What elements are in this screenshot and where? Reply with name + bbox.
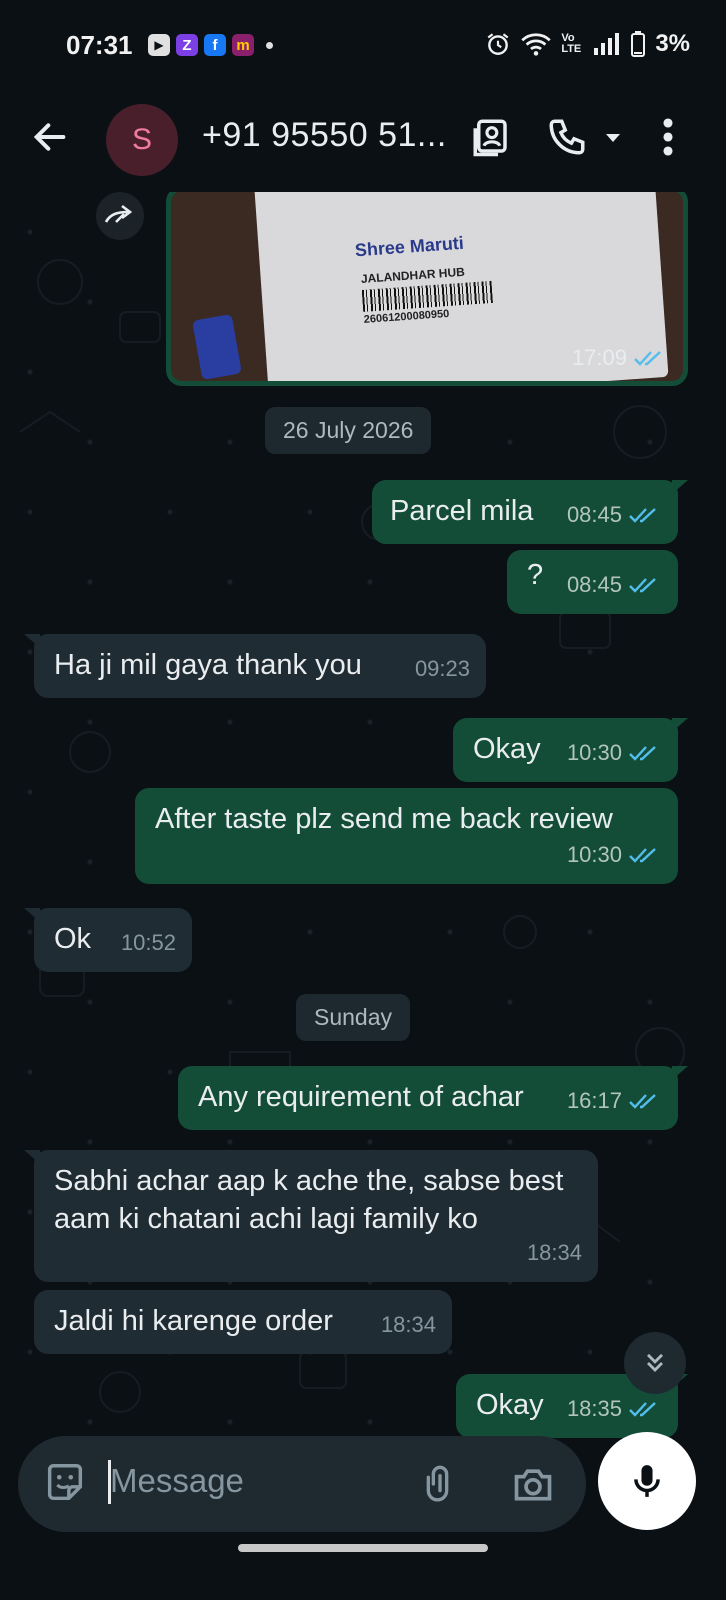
call-dropdown-chevron-icon[interactable]: [604, 132, 622, 144]
read-ticks-icon: [629, 1402, 656, 1417]
microphone-icon: [634, 1465, 660, 1497]
message-time: 08:45: [566, 502, 622, 527]
message-text: ?: [527, 559, 544, 591]
alarm-icon: [487, 33, 509, 55]
phone-call-icon[interactable]: [546, 116, 588, 158]
message-text: Any requirement of achar: [198, 1081, 524, 1113]
message-meta: 18:34: [381, 1306, 436, 1344]
message-text: Okay: [473, 733, 541, 765]
message-bubble-incoming[interactable]: Jaldi hi karenge order 18:34: [34, 1290, 452, 1354]
message-bubble-outgoing[interactable]: Any requirement of achar 16:17: [178, 1066, 688, 1130]
message-meta: 16:17: [567, 1082, 662, 1120]
message-time: 10:52: [120, 930, 176, 955]
message-bubble-outgoing[interactable]: Parcel mila 08:45: [372, 480, 688, 544]
message-meta: 18:35: [567, 1390, 662, 1428]
notification-icons: ▶ Z f m: [148, 34, 273, 56]
message-bubble-outgoing[interactable]: Okay 10:30: [453, 718, 688, 782]
date-chip: 26 July 2026: [265, 407, 432, 454]
wifi-icon: [521, 33, 552, 56]
contact-name[interactable]: +91 95550 51...: [202, 116, 447, 155]
bubble-tail: [672, 718, 688, 732]
voice-record-button[interactable]: [598, 1432, 696, 1530]
zomato-z-icon: Z: [176, 34, 198, 56]
status-time: 07:31: [66, 30, 133, 60]
status-right: Vo LTE 3%: [485, 30, 690, 58]
forward-icon[interactable]: [96, 192, 144, 240]
message-time: 17:09: [571, 345, 627, 370]
message-bubble-outgoing[interactable]: ? 08:45: [507, 550, 678, 614]
read-ticks-icon: [629, 848, 656, 863]
more-options-icon[interactable]: [656, 116, 680, 158]
composer-bar: Message: [0, 1432, 726, 1600]
message-time: 10:30: [566, 842, 622, 867]
message-text: Ok: [54, 923, 92, 955]
message-text: Okay: [476, 1389, 544, 1421]
message-input[interactable]: Message: [18, 1436, 586, 1532]
parcel-blue-object: [192, 313, 242, 381]
message-meta: 10:52: [121, 924, 176, 962]
read-ticks-icon: [634, 351, 661, 366]
scroll-to-bottom-button[interactable]: [624, 1332, 686, 1394]
parcel-brand-label: Shree Maruti: [354, 232, 465, 261]
chat-header: S +91 95550 51...: [0, 92, 726, 192]
message-time: 09:23: [414, 656, 470, 681]
image-message-meta: 17:09: [572, 345, 667, 371]
message-meta: 09:23: [415, 650, 470, 688]
message-text: Ha ji mil gaya thank you: [54, 649, 362, 681]
message-time: 18:34: [526, 1240, 582, 1265]
message-text: Sabhi achar aap k ache the, sabse best a…: [54, 1165, 564, 1235]
message-meta: 08:45: [567, 566, 662, 604]
read-ticks-icon: [629, 746, 656, 761]
status-bar: 07:31 ▶ Z f m Vo LTE 3%: [0, 0, 726, 92]
gesture-home-bar[interactable]: [238, 1544, 488, 1552]
battery-icon: [631, 31, 646, 57]
meesho-icon: m: [232, 34, 254, 56]
message-time: 08:45: [566, 572, 622, 597]
message-meta: 10:30: [567, 734, 662, 772]
attach-paperclip-icon[interactable]: [420, 1462, 460, 1506]
message-bubble-outgoing[interactable]: After taste plz send me back review 10:3…: [135, 788, 678, 884]
message-bubble-incoming[interactable]: Ha ji mil gaya thank you 09:23: [24, 634, 486, 698]
read-ticks-icon: [629, 578, 656, 593]
message-bubble-incoming[interactable]: Ok 10:52: [24, 908, 192, 972]
volte-icon: Vo LTE: [561, 32, 582, 55]
bubble-tail: [24, 1150, 40, 1164]
bubble-tail: [672, 1066, 688, 1080]
message-placeholder: Message: [110, 1462, 244, 1499]
signal-icon: [594, 33, 620, 55]
message-meta: 08:45: [567, 496, 662, 534]
back-arrow-icon[interactable]: [30, 117, 70, 157]
parcel-barcode: [361, 280, 493, 312]
message-time: 10:30: [566, 740, 622, 765]
message-time: 18:35: [566, 1396, 622, 1421]
message-text: After taste plz send me back review: [155, 803, 613, 835]
more-notifications-icon: [266, 41, 273, 49]
read-ticks-icon: [629, 508, 656, 523]
chat-area[interactable]: Shree Maruti JALANDHAR HUB 2606120008095…: [0, 192, 726, 1462]
battery-percent: 3%: [655, 30, 690, 57]
avatar[interactable]: S: [106, 104, 178, 176]
read-ticks-icon: [629, 1094, 656, 1109]
message-bubble-incoming[interactable]: Sabhi achar aap k ache the, sabse best a…: [24, 1150, 598, 1282]
bubble-tail: [672, 480, 688, 494]
bubble-tail: [24, 908, 40, 922]
message-text: Jaldi hi karenge order: [54, 1305, 333, 1337]
date-chip: Sunday: [296, 994, 411, 1041]
double-chevron-down-icon: [647, 1353, 663, 1372]
bubble-tail: [24, 634, 40, 648]
message-time: 18:34: [380, 1312, 436, 1337]
camera-icon[interactable]: [510, 1462, 556, 1506]
sticker-emoji-icon[interactable]: [42, 1460, 88, 1506]
image-message[interactable]: Shree Maruti JALANDHAR HUB 2606120008095…: [166, 192, 688, 386]
message-text: Parcel mila: [390, 495, 534, 527]
youtube-icon: ▶: [148, 34, 170, 56]
message-meta: 18:34: [527, 1234, 582, 1272]
message-meta: 10:30: [567, 836, 662, 874]
message-time: 16:17: [566, 1088, 622, 1113]
contact-card-icon[interactable]: [470, 116, 512, 158]
facebook-icon: f: [204, 34, 226, 56]
